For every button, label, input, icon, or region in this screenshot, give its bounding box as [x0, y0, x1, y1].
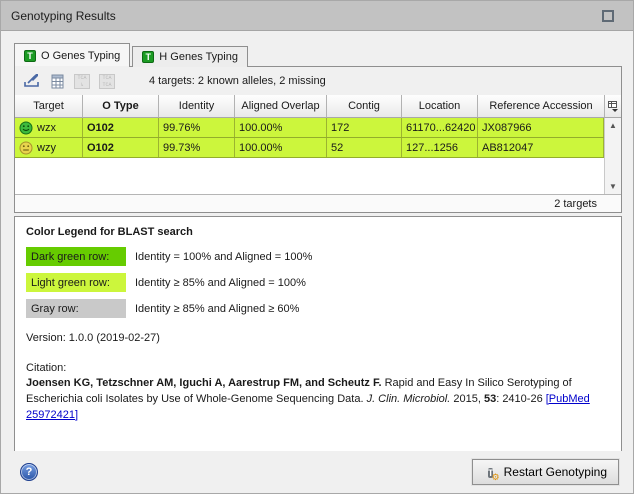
legend-entry-dark-green: Dark green row: Identity = 100% and Alig… [26, 247, 610, 266]
show-table-icon[interactable] [46, 71, 68, 92]
help-icon[interactable]: ? [20, 463, 38, 481]
legend-title: Color Legend for BLAST search [26, 226, 610, 238]
scroll-down-icon[interactable]: ▼ [605, 179, 621, 194]
citation-authors: Joensen KG, Tetzschner AM, Iguchi A, Aar… [26, 377, 382, 389]
legend-swatch-gray: Gray row: [26, 299, 126, 318]
extract-all-sequences-icon: TCATCA [96, 71, 118, 92]
contig-cell: 172 [327, 118, 402, 137]
restart-genotyping-button[interactable]: T⚙ Restart Genotyping [472, 459, 619, 485]
column-header-o-type[interactable]: O Type [83, 95, 159, 118]
identity-cell: 99.73% [159, 138, 235, 157]
titlebar: Genotyping Results [1, 1, 633, 31]
extract-sequence-icon: TCA↳ [71, 71, 93, 92]
table-toolbar: TCA↳ TCATCA 4 targets: 2 known alleles, … [15, 67, 621, 95]
target-cell: wzy [15, 138, 83, 157]
table-row[interactable]: wzy O102 99.73% 100.00% 52 127...1256 AB… [15, 138, 604, 158]
contig-cell: 52 [327, 138, 402, 157]
column-header-aligned-overlap[interactable]: Aligned Overlap [235, 95, 327, 118]
legend-description: Identity ≥ 85% and Aligned = 100% [135, 277, 306, 289]
column-header-location[interactable]: Location [402, 95, 478, 118]
legend-entry-light-green: Light green row: Identity ≥ 85% and Alig… [26, 273, 610, 292]
target-cell: wzx [15, 118, 83, 137]
table-header-row: Target O Type Identity Aligned Overlap C… [15, 95, 604, 118]
column-header-reference-accession[interactable]: Reference Accession [478, 95, 604, 118]
tab-bar: T O Genes Typing T H Genes Typing [14, 43, 250, 67]
legend-entry-gray: Gray row: Identity ≥ 85% and Aligned ≥ 6… [26, 299, 610, 318]
export-graphics-icon[interactable] [21, 71, 43, 92]
float-window-icon[interactable] [602, 10, 614, 22]
column-header-target[interactable]: Target [15, 95, 83, 118]
genotyping-tool-icon: T⚙ [484, 465, 498, 479]
aligned-overlap-cell: 100.00% [235, 118, 327, 137]
version-text: Version: 1.0.0 (2019-02-27) [26, 332, 610, 344]
identity-cell: 99.76% [159, 118, 235, 137]
reference-accession-cell: AB812047 [478, 138, 604, 157]
citation-year: 2015, [450, 393, 484, 405]
typing-result-icon: T [24, 50, 36, 62]
tab-label: O Genes Typing [41, 50, 120, 62]
citation-journal: J. Clin. Microbiol. [367, 393, 451, 405]
citation-label: Citation: [26, 362, 610, 374]
column-header-contig[interactable]: Contig [327, 95, 402, 118]
targets-count: 2 targets [554, 198, 597, 210]
table-row[interactable]: wzx O102 99.76% 100.00% 172 61170...6242… [15, 118, 604, 138]
legend-swatch-light-green: Light green row: [26, 273, 126, 292]
happy-face-green-icon [19, 121, 33, 135]
scroll-up-icon[interactable]: ▲ [605, 118, 621, 133]
o-type-cell: O102 [83, 118, 159, 137]
restart-button-label: Restart Genotyping [504, 465, 607, 479]
column-settings-icon[interactable] [604, 95, 621, 118]
tab-o-genes-typing[interactable]: T O Genes Typing [14, 43, 130, 67]
citation-paragraph: Joensen KG, Tetzschner AM, Iguchi A, Aar… [26, 376, 616, 424]
tab-label: H Genes Typing [159, 51, 238, 63]
legend-swatch-dark-green: Dark green row: [26, 247, 126, 266]
results-table: Target O Type Identity Aligned Overlap C… [15, 95, 621, 194]
footer-bar: ? T⚙ Restart Genotyping [1, 451, 633, 493]
o-genes-typing-panel: TCA↳ TCATCA 4 targets: 2 known alleles, … [14, 66, 622, 213]
citation-pages: : 2410-26 [496, 393, 546, 405]
location-cell: 61170...62420 [402, 118, 478, 137]
legend-description: Identity ≥ 85% and Aligned ≥ 60% [135, 303, 299, 315]
location-cell: 127...1256 [402, 138, 478, 157]
reference-accession-cell: JX087966 [478, 118, 604, 137]
legend-description: Identity = 100% and Aligned = 100% [135, 251, 312, 263]
aligned-overlap-cell: 100.00% [235, 138, 327, 157]
column-header-identity[interactable]: Identity [159, 95, 235, 118]
o-type-cell: O102 [83, 138, 159, 157]
window-title: Genotyping Results [11, 9, 116, 23]
genotyping-results-window: Genotyping Results T O Genes Typing T H … [0, 0, 634, 494]
typing-result-icon: T [142, 51, 154, 63]
legend-panel: Color Legend for BLAST search Dark green… [14, 216, 622, 453]
neutral-face-yellow-icon [19, 141, 33, 155]
vertical-scrollbar[interactable]: ▲ ▼ [604, 118, 621, 194]
tab-h-genes-typing[interactable]: T H Genes Typing [132, 46, 248, 67]
targets-summary: 4 targets: 2 known alleles, 2 missing [149, 75, 326, 87]
table-status-bar: 2 targets [15, 194, 621, 212]
citation-volume: 53 [484, 393, 496, 405]
